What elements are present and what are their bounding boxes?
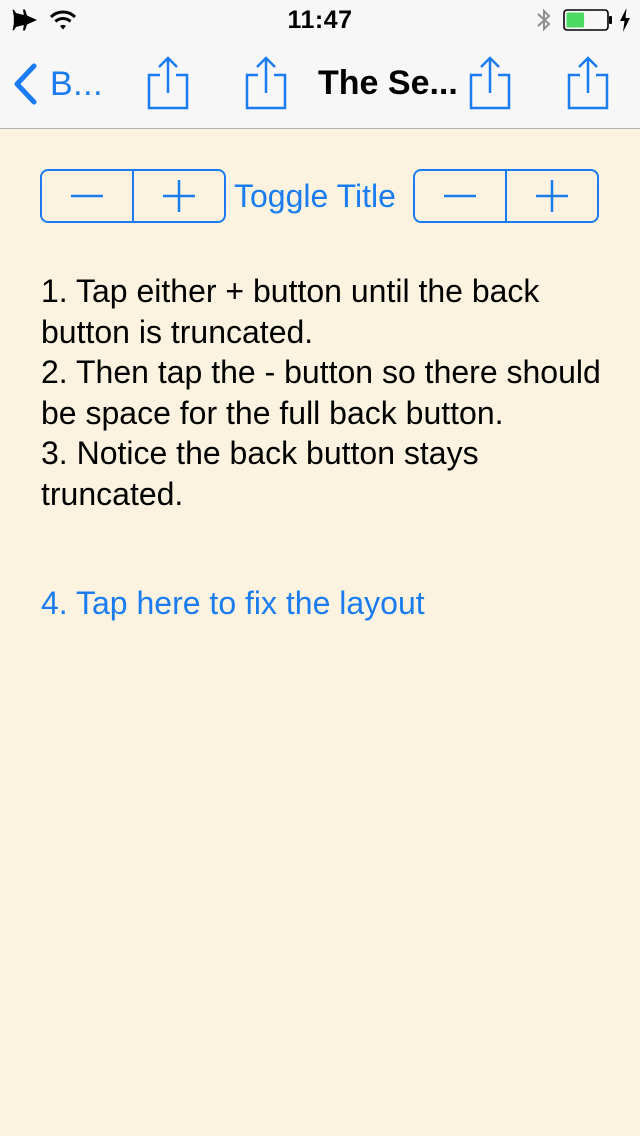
right-stepper-decrement-button[interactable] (415, 171, 505, 221)
share-icon (245, 56, 287, 110)
share-button-right-2[interactable] (566, 55, 610, 111)
navigation-bar: B... The Se... (0, 40, 640, 129)
charging-icon (620, 8, 630, 32)
instructions-text: 1. Tap either + button until the back bu… (41, 271, 601, 514)
left-stepper-decrement-button[interactable] (42, 171, 132, 221)
right-stepper (413, 169, 599, 223)
instruction-step: 3. Notice the back button stays truncate… (41, 435, 479, 512)
fix-layout-link[interactable]: 4. Tap here to fix the layout (41, 585, 425, 622)
share-button-left-2[interactable] (244, 55, 288, 111)
minus-icon (444, 194, 476, 198)
toggle-title-button[interactable]: Toggle Title (234, 178, 396, 215)
minus-icon (71, 194, 103, 198)
left-stepper (40, 169, 226, 223)
left-stepper-increment-button[interactable] (132, 171, 224, 221)
share-icon (567, 56, 609, 110)
status-bar: 11:47 (0, 0, 640, 40)
nav-title: The Se... (318, 64, 458, 102)
share-icon (147, 56, 189, 110)
battery-fill (566, 12, 585, 28)
instruction-step: 2. Then tap the - button so there should… (41, 354, 601, 431)
right-stepper-increment-button[interactable] (505, 171, 597, 221)
back-button[interactable]: B... (12, 62, 103, 106)
battery-icon (563, 9, 612, 31)
share-icon (469, 56, 511, 110)
instruction-step: 1. Tap either + button until the back bu… (41, 273, 540, 350)
share-button-left-1[interactable] (146, 55, 190, 111)
back-chevron-icon (14, 63, 37, 105)
back-button-label: B... (50, 64, 104, 103)
plus-icon (163, 180, 195, 212)
bluetooth-icon (537, 8, 551, 32)
plus-icon (536, 180, 568, 212)
share-button-right-1[interactable] (468, 55, 512, 111)
